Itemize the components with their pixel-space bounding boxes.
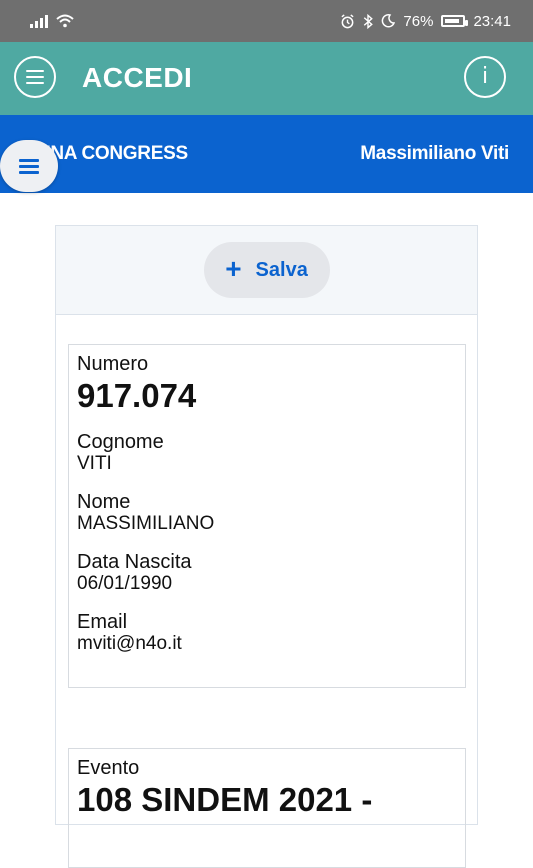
user-name: Massimiliano Viti [360, 143, 509, 164]
app-bar: ACCEDI i [0, 42, 533, 115]
field-label: Email [77, 611, 128, 633]
field-data-nascita: Data Nascita 06/01/1990 [77, 551, 457, 595]
plus-icon: + [225, 253, 242, 284]
status-right: 76% 23:41 [340, 13, 511, 30]
field-email: Email mviti@n4o.it [77, 611, 457, 655]
profile-details: Numero 917.074 Cognome VITI Nome MASSIMI… [68, 344, 466, 688]
save-button[interactable]: + Salva [203, 242, 330, 298]
battery-percent: 76% [403, 12, 434, 30]
event-label: Evento [77, 757, 140, 779]
side-menu-button[interactable] [0, 140, 58, 192]
field-label: Data Nascita [77, 551, 192, 573]
signal-icon [30, 14, 48, 28]
field-value: mviti@n4o.it [77, 633, 182, 654]
event-details: Evento 108 SINDEM 2021 - [68, 748, 466, 868]
card-toolbar: + Salva [56, 226, 477, 315]
clock: 23:41 [473, 12, 511, 30]
field-cognome: Cognome VITI [77, 431, 457, 475]
field-numero: Numero 917.074 [77, 353, 457, 415]
status-bar: 76% 23:41 [0, 0, 533, 42]
bluetooth-icon [364, 13, 374, 29]
field-value: 917.074 [77, 377, 197, 414]
alarm-icon [341, 13, 354, 28]
save-label: Salva [255, 258, 308, 281]
page-title: ACCEDI [82, 62, 193, 93]
moon-icon [382, 14, 396, 28]
hamburger-menu-button[interactable] [14, 56, 56, 98]
battery-icon [441, 15, 469, 27]
field-value: VITI [77, 453, 112, 474]
field-value: MASSIMILIANO [77, 513, 215, 534]
hamburger-icon [26, 66, 44, 88]
wifi-icon [56, 14, 74, 28]
info-icon: i [481, 64, 489, 89]
status-left [30, 14, 74, 28]
profile-card: + Salva Numero 917.074 Cognome VITI Nome… [55, 225, 478, 868]
field-nome: Nome MASSIMILIANO [77, 491, 457, 535]
info-button[interactable]: i [464, 56, 506, 98]
event-title: ENA CONGRESS [38, 143, 188, 164]
field-label: Numero [77, 353, 149, 375]
field-label: Nome [77, 491, 131, 513]
hamburger-icon [19, 156, 39, 177]
field-value: 06/01/1990 [77, 573, 173, 594]
field-label: Cognome [77, 431, 164, 453]
event-value: 108 SINDEM 2021 - [77, 781, 373, 818]
event-header: ENA CONGRESS Massimiliano Viti [0, 115, 533, 193]
